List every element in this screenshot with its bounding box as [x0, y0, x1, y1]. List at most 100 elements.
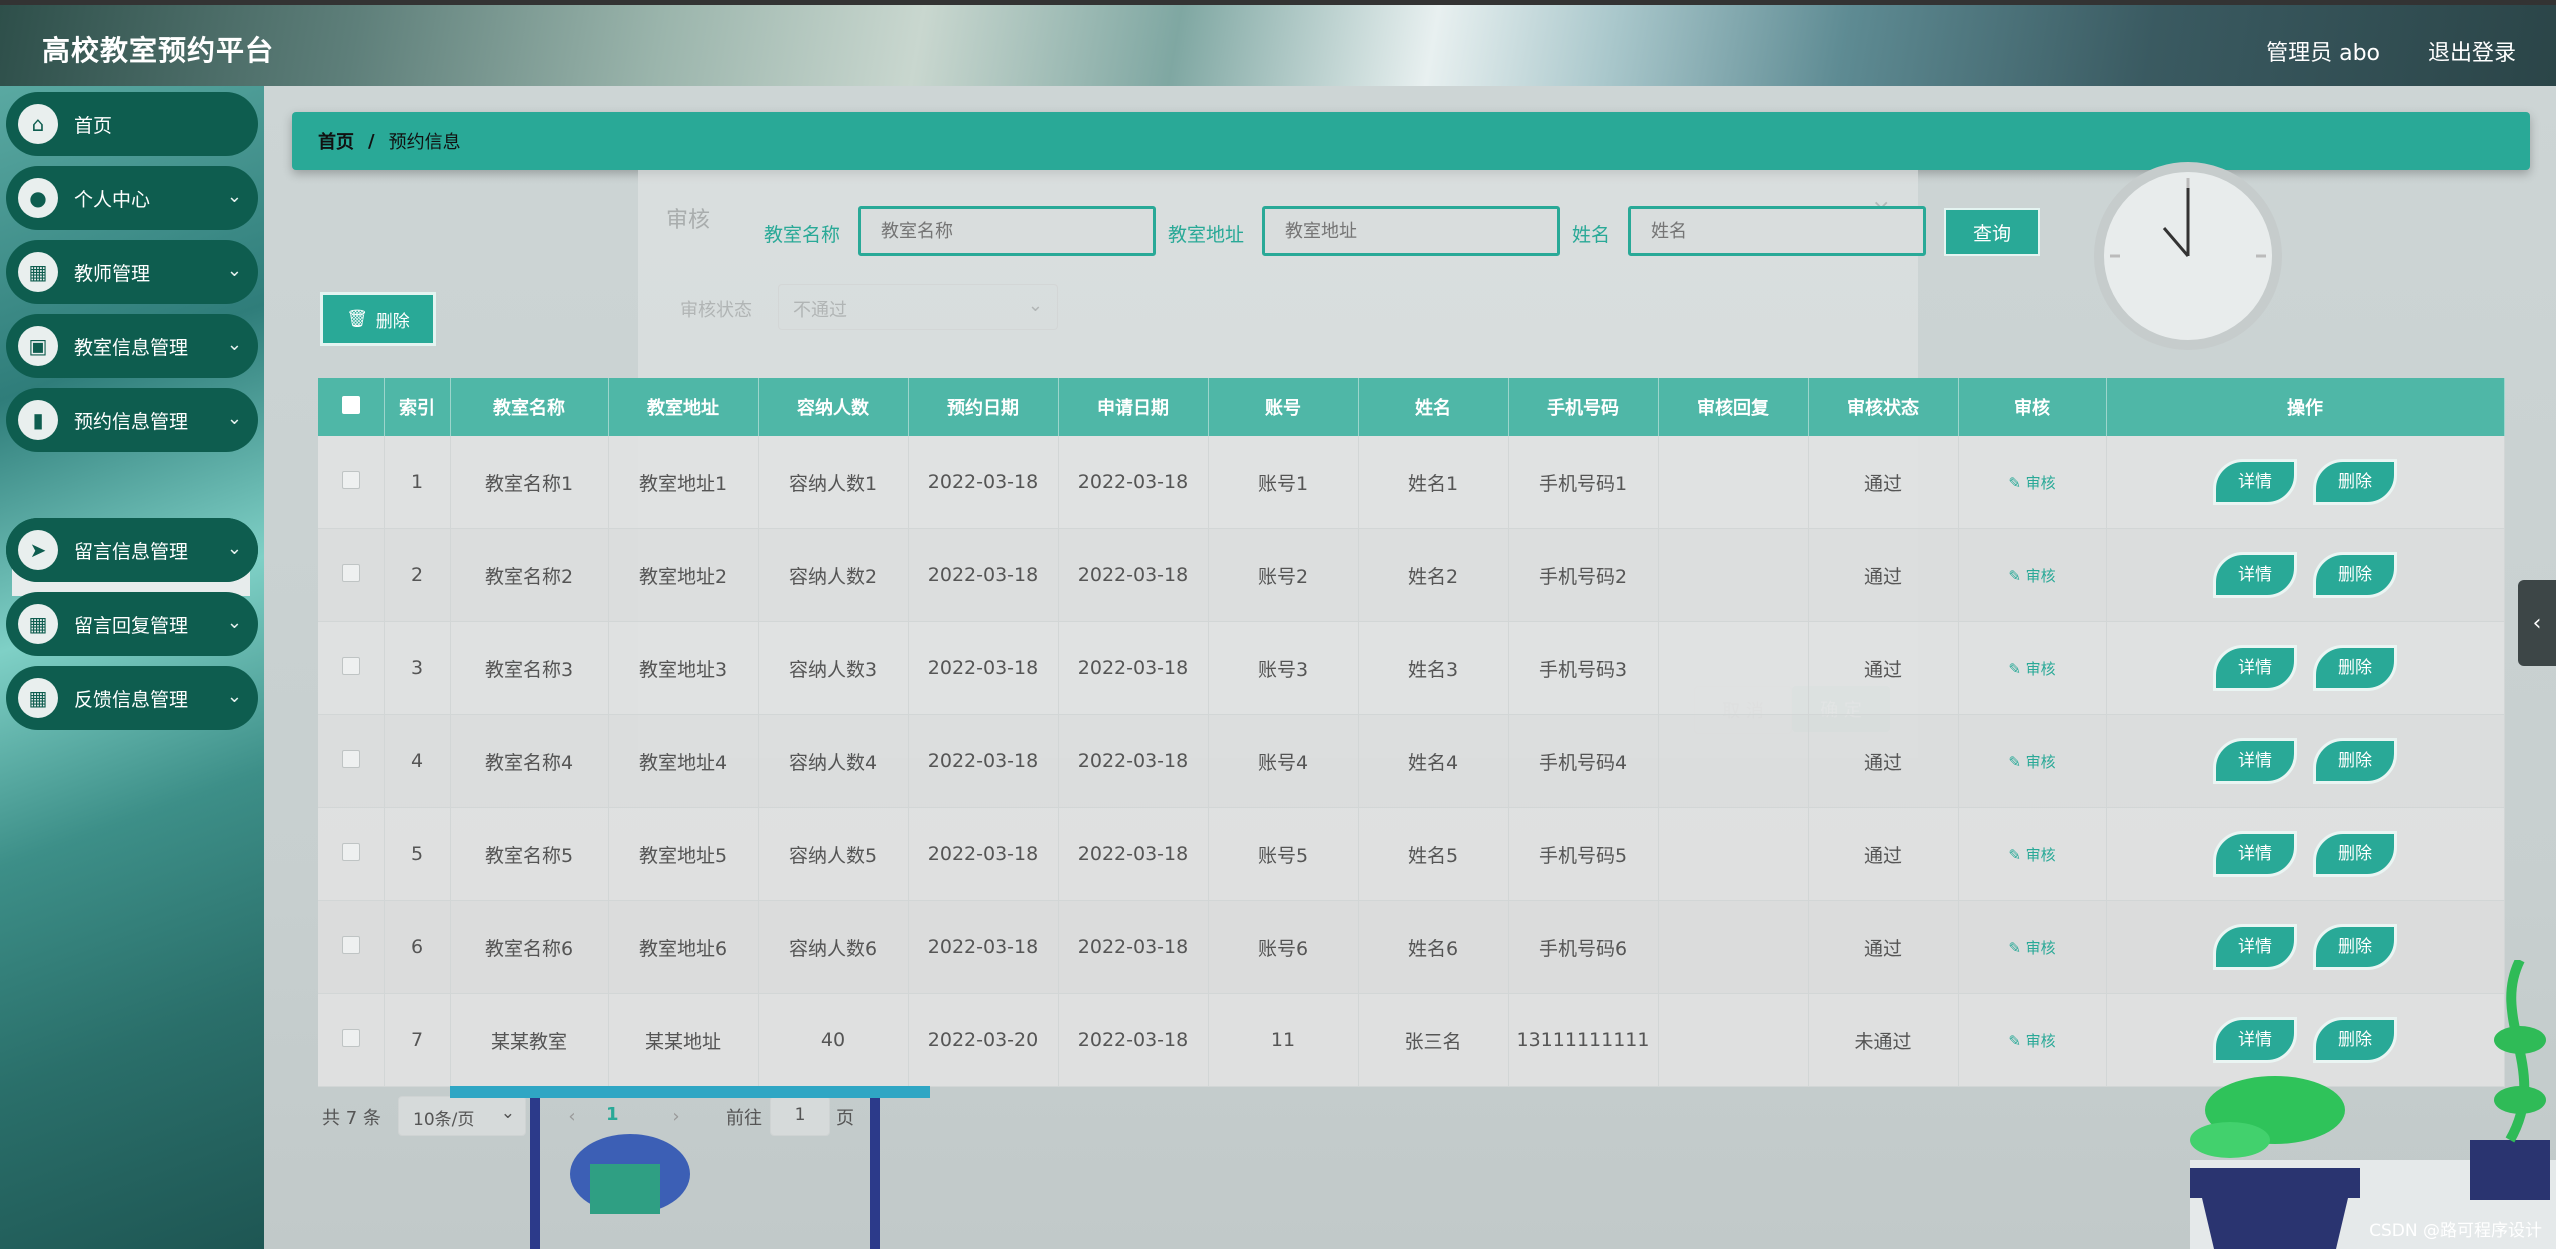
- row-checkbox[interactable]: [318, 528, 385, 622]
- table-cell-reply: [1658, 900, 1809, 994]
- table-cell-apply-date: 2022-03-18: [1058, 900, 1209, 994]
- row-checkbox[interactable]: [318, 714, 385, 808]
- delete-button[interactable]: 删除: [2313, 552, 2397, 598]
- table-cell-account: 账号6: [1208, 900, 1359, 994]
- bar-chart-icon: ▮: [18, 400, 58, 440]
- audit-link[interactable]: ✎ 审核: [2008, 753, 2055, 771]
- table-cell-account: 账号4: [1208, 714, 1359, 808]
- audit-link-label: 审核: [2025, 753, 2056, 771]
- table-cell-classroom: 教室名称2: [450, 528, 609, 622]
- table-cell-classroom: 某某教室: [450, 993, 609, 1087]
- sidebar-item-classrooms[interactable]: ▣ 教室信息管理 ⌄: [6, 314, 258, 378]
- audit-cell: ✎ 审核: [1958, 714, 2107, 808]
- table-cell-reply: [1658, 807, 1809, 901]
- sidebar-item-profile[interactable]: ● 个人中心 ⌄: [6, 166, 258, 230]
- detail-button[interactable]: 详情: [2213, 738, 2297, 784]
- detail-button[interactable]: 详情: [2213, 552, 2297, 598]
- table-row: 4 教室名称4 教室地址4 容纳人数4 2022-03-18 2022-03-18 账号4 姓…: [318, 714, 2505, 808]
- operation-cell: 详情 删除: [2106, 621, 2505, 715]
- table-cell-apply-date: 2022-03-18: [1058, 993, 1209, 1087]
- row-checkbox[interactable]: [318, 900, 385, 994]
- select-all-checkbox[interactable]: [318, 378, 385, 436]
- detail-button[interactable]: 详情: [2213, 645, 2297, 691]
- sidebar-item-label: 留言信息管理: [74, 540, 189, 563]
- home-icon: ⌂: [18, 104, 58, 144]
- table-cell-phone: 手机号码3: [1508, 621, 1659, 715]
- clock-illustration: [2094, 162, 2282, 350]
- audit-status-select[interactable]: 不通过 ⌄: [778, 284, 1058, 330]
- table-cell-reserve-date: 2022-03-18: [908, 436, 1059, 529]
- chevron-down-icon: ⌄: [226, 260, 242, 281]
- chevron-down-icon: ⌄: [1027, 295, 1043, 316]
- detail-button[interactable]: 详情: [2213, 831, 2297, 877]
- audit-link[interactable]: ✎ 审核: [2008, 939, 2055, 957]
- sidebar-item-feedback[interactable]: ▦ 反馈信息管理 ⌄: [6, 666, 258, 730]
- table-cell-status: 通过: [1808, 807, 1959, 901]
- audit-link[interactable]: ✎ 审核: [2008, 474, 2055, 492]
- classroom-icon: ▣: [18, 326, 58, 366]
- column-header: 教室地址: [608, 378, 759, 436]
- trash-icon: 🗑: [346, 309, 368, 329]
- sidebar-item-teachers[interactable]: ▦ 教师管理 ⌄: [6, 240, 258, 304]
- row-checkbox[interactable]: [318, 436, 385, 529]
- row-checkbox[interactable]: [318, 621, 385, 715]
- table-cell-reserve-date: 2022-03-18: [908, 528, 1059, 622]
- table-cell-reserve-date: 2022-03-20: [908, 993, 1059, 1087]
- chevron-left-icon: ‹: [2532, 610, 2542, 636]
- table-header-row: 索引 教室名称 教室地址 容纳人数 预约日期 申请日期 账号 姓名 手机号码 审…: [318, 378, 2505, 436]
- audit-status-value: 不通过: [793, 300, 847, 321]
- edit-icon: ✎: [2008, 660, 2026, 678]
- table-cell-name: 姓名6: [1358, 900, 1509, 994]
- table-cell-phone: 13111111111: [1508, 993, 1659, 1087]
- logout-link[interactable]: 退出登录: [2428, 35, 2516, 67]
- table-row: 1 教室名称1 教室地址1 容纳人数1 2022-03-18 2022-03-18 账号1 姓…: [318, 436, 2505, 529]
- classroom-address-input[interactable]: [1262, 206, 1560, 256]
- audit-link[interactable]: ✎ 审核: [2008, 1032, 2055, 1050]
- audit-cell: ✎ 审核: [1958, 900, 2107, 994]
- table-cell-status: 未通过: [1808, 993, 1959, 1087]
- table-cell-index: 2: [384, 528, 451, 622]
- audit-link-label: 审核: [2025, 939, 2056, 957]
- sidebar-item-label: 留言回复管理: [74, 614, 189, 637]
- table-cell-index: 3: [384, 621, 451, 715]
- classroom-name-label: 教室名称: [764, 224, 841, 246]
- detail-button[interactable]: 详情: [2213, 459, 2297, 505]
- table-cell-classroom: 教室名称3: [450, 621, 609, 715]
- top-header: 高校教室预约平台 管理员 abo 退出登录: [0, 0, 2556, 86]
- delete-button[interactable]: 删除: [2313, 738, 2397, 784]
- sidebar-item-label: 首页: [74, 114, 113, 137]
- row-checkbox[interactable]: [318, 807, 385, 901]
- sidebar-item-home[interactable]: ⌂ 首页: [6, 92, 258, 156]
- sidebar-item-replies[interactable]: ▦ 留言回复管理 ⌄: [6, 592, 258, 656]
- edit-icon: ✎: [2008, 567, 2026, 585]
- table-cell-index: 5: [384, 807, 451, 901]
- delete-button[interactable]: 删除: [2313, 645, 2397, 691]
- audit-link[interactable]: ✎ 审核: [2008, 660, 2055, 678]
- name-input[interactable]: [1628, 206, 1926, 256]
- table-cell-reserve-date: 2022-03-18: [908, 714, 1059, 808]
- audit-cell: ✎ 审核: [1958, 993, 2107, 1087]
- audit-cell: ✎ 审核: [1958, 436, 2107, 529]
- table-cell-apply-date: 2022-03-18: [1058, 807, 1209, 901]
- audit-link[interactable]: ✎ 审核: [2008, 846, 2055, 864]
- table-cell-apply-date: 2022-03-18: [1058, 528, 1209, 622]
- side-panel-toggle[interactable]: ‹: [2518, 580, 2556, 666]
- classroom-name-input[interactable]: [858, 206, 1156, 256]
- query-button[interactable]: 查询: [1944, 208, 2040, 256]
- table-cell-address: 教室地址6: [608, 900, 759, 994]
- breadcrumb-home[interactable]: 首页: [318, 128, 354, 154]
- table-cell-name: 姓名5: [1358, 807, 1509, 901]
- audit-link[interactable]: ✎ 审核: [2008, 567, 2055, 585]
- sidebar-item-messages[interactable]: ➤ 留言信息管理 ⌄: [6, 518, 258, 582]
- delete-button[interactable]: 删除: [2313, 459, 2397, 505]
- table-cell-account: 账号1: [1208, 436, 1359, 529]
- audit-link-label: 审核: [2025, 567, 2056, 585]
- batch-delete-button[interactable]: 🗑 删除: [320, 292, 436, 346]
- chevron-down-icon: ⌄: [226, 612, 242, 633]
- table-cell-phone: 手机号码1: [1508, 436, 1659, 529]
- delete-button[interactable]: 删除: [2313, 831, 2397, 877]
- classroom-address-label: 教室地址: [1168, 224, 1245, 246]
- table-cell-classroom: 教室名称6: [450, 900, 609, 994]
- sidebar-item-reservations[interactable]: ▮ 预约信息管理 ⌄: [6, 388, 258, 452]
- row-checkbox[interactable]: [318, 993, 385, 1087]
